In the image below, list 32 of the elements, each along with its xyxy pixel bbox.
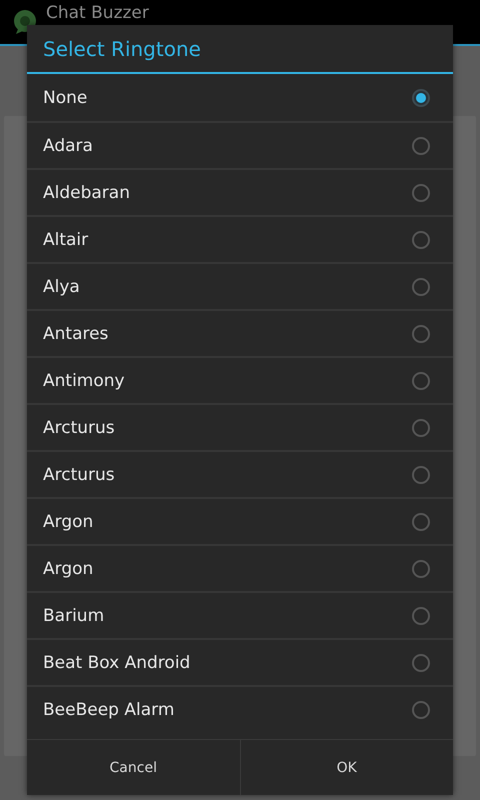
ringtone-option[interactable]: Argon xyxy=(27,497,453,544)
radio-button[interactable] xyxy=(412,184,430,202)
ringtone-option[interactable]: Argon xyxy=(27,544,453,591)
radio-button[interactable] xyxy=(412,654,430,672)
radio-button[interactable] xyxy=(412,560,430,578)
radio-button[interactable] xyxy=(412,512,430,530)
radio-button[interactable] xyxy=(412,700,430,718)
ringtone-option[interactable]: Antares xyxy=(27,309,453,356)
ringtone-option[interactable]: None xyxy=(27,74,453,121)
radio-button[interactable] xyxy=(412,606,430,624)
ringtone-option[interactable]: Adara xyxy=(27,121,453,168)
radio-button[interactable] xyxy=(412,88,430,106)
radio-button[interactable] xyxy=(412,136,430,154)
ringtone-option[interactable]: Arcturus xyxy=(27,403,453,450)
radio-button[interactable] xyxy=(412,230,430,248)
cancel-button[interactable]: Cancel xyxy=(27,740,240,795)
radio-button[interactable] xyxy=(412,418,430,436)
radio-button[interactable] xyxy=(412,466,430,484)
radio-button[interactable] xyxy=(412,278,430,296)
ringtone-option[interactable]: Barium xyxy=(27,591,453,638)
ringtone-option[interactable]: Alya xyxy=(27,262,453,309)
ok-button[interactable]: OK xyxy=(240,740,453,795)
radio-button[interactable] xyxy=(412,372,430,390)
ringtone-option[interactable]: Aldebaran xyxy=(27,168,453,215)
dialog-title: Select Ringtone xyxy=(27,25,453,74)
ringtone-option[interactable]: Antimony xyxy=(27,356,453,403)
ringtone-option[interactable]: Altair xyxy=(27,215,453,262)
ringtone-option[interactable]: Arcturus xyxy=(27,450,453,497)
ringtone-option[interactable]: BeeBeep Alarm xyxy=(27,685,453,732)
ringtone-option[interactable]: Beat Box Android xyxy=(27,638,453,685)
radio-button[interactable] xyxy=(412,324,430,342)
app-title: Chat Buzzer xyxy=(46,3,149,23)
